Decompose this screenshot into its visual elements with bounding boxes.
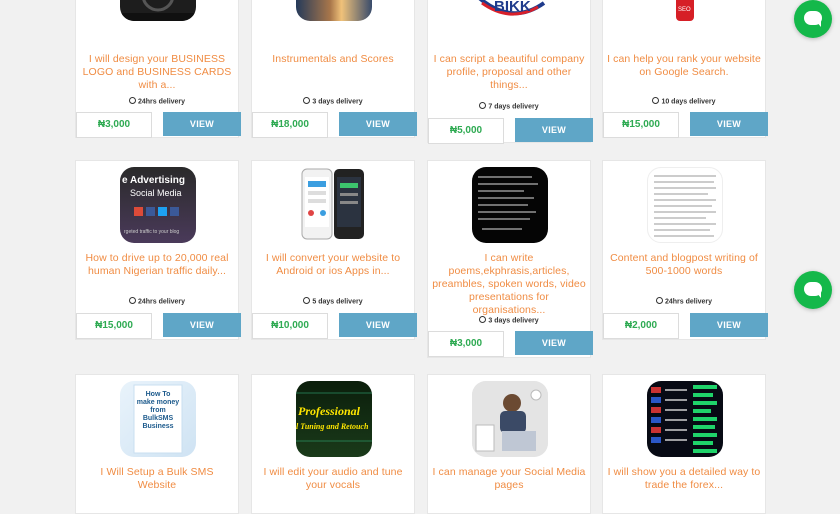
gig-price: ₦15,000	[76, 313, 152, 339]
view-button[interactable]: VIEW	[163, 112, 241, 136]
whatsapp-chat-button[interactable]	[794, 271, 832, 309]
view-button[interactable]: VIEW	[339, 112, 417, 136]
gig-title[interactable]: Instrumentals and Scores	[256, 53, 410, 66]
clock-icon	[303, 297, 311, 304]
clock-icon	[479, 316, 487, 323]
gig-card[interactable]: Professional l Tuning and Retouch I will…	[251, 374, 415, 514]
gig-card[interactable]: SEO I can help you rank your website on …	[602, 0, 768, 138]
desk-workspace-icon	[472, 381, 548, 457]
gig-thumbnail[interactable]: How To make money from BulkSMS Business	[120, 381, 196, 457]
whatsapp-chat-button[interactable]	[794, 0, 832, 38]
clock-icon	[128, 97, 136, 104]
logo-mark-icon	[120, 0, 196, 21]
gig-card[interactable]: e Advertising Social Media rgeted traffi…	[75, 160, 241, 340]
clock-icon	[303, 97, 311, 104]
gig-thumbnail[interactable]: e Advertising Social Media rgeted traffi…	[120, 167, 196, 243]
delivery-time: 5 days delivery	[252, 297, 414, 305]
gig-title[interactable]: How to drive up to 20,000 real human Nig…	[80, 252, 234, 278]
svg-text:BIKK: BIKK	[494, 0, 531, 15]
forex-board-icon	[651, 385, 717, 453]
gig-card[interactable]: Content and blogpost writing of 500-1000…	[602, 160, 768, 340]
delivery-time: 10 days delivery	[603, 97, 765, 105]
gig-card[interactable]: I will design your BUSINESS LOGO and BUS…	[75, 0, 241, 138]
clock-icon	[652, 97, 660, 104]
svg-text:rgeted traffic to your blog: rgeted traffic to your blog	[124, 229, 179, 235]
delivery-time: 24hrs delivery	[76, 97, 238, 105]
gig-title[interactable]: I can write poems,ekphrasis,articles, pr…	[432, 252, 586, 317]
gig-price: ₦10,000	[252, 313, 328, 339]
gig-title[interactable]: I can script a beautiful company profile…	[432, 53, 586, 92]
gig-price: ₦3,000	[428, 331, 504, 357]
gig-card[interactable]: I can manage your Social Media pages	[427, 374, 591, 514]
gig-thumbnail[interactable]: SEO	[647, 0, 723, 21]
delivery-time: 24hrs delivery	[76, 297, 238, 305]
svg-text:l Tuning and Retouch: l Tuning and Retouch	[296, 422, 369, 431]
gig-thumbnail[interactable]	[120, 0, 196, 21]
view-button[interactable]: VIEW	[515, 331, 593, 355]
ebook-cover-icon: How To make money from BulkSMS Business	[133, 384, 183, 454]
gig-thumbnail[interactable]	[647, 381, 723, 457]
audio-tuning-banner-icon: Professional l Tuning and Retouch	[296, 392, 372, 442]
seo-bottle-icon: SEO	[676, 0, 694, 21]
gig-title[interactable]: Content and blogpost writing of 500-1000…	[607, 252, 761, 278]
gig-thumbnail[interactable]: Professional l Tuning and Retouch	[296, 381, 372, 457]
gig-title[interactable]: I can help you rank your website on Goog…	[607, 53, 761, 79]
svg-text:Social Media: Social Media	[130, 188, 182, 198]
gig-price: ₦15,000	[603, 112, 679, 138]
view-button[interactable]: VIEW	[339, 313, 417, 337]
gig-card[interactable]: I will show you a detailed way to trade …	[602, 374, 766, 514]
svg-text:Professional: Professional	[298, 404, 361, 418]
social-media-banner-icon: e Advertising Social Media rgeted traffi…	[122, 175, 185, 235]
poem-text-image-icon	[478, 176, 538, 230]
gig-price: ₦2,000	[603, 313, 679, 339]
gig-thumbnail[interactable]	[472, 381, 548, 457]
gig-thumbnail[interactable]: BIKK	[472, 0, 548, 21]
brand-logo-icon: BIKK	[478, 0, 546, 16]
svg-text:e Advertising: e Advertising	[122, 175, 185, 186]
gig-title[interactable]: I will convert your website to Android o…	[256, 252, 410, 278]
clock-icon	[655, 297, 663, 304]
phone-apps-icon	[301, 168, 364, 240]
gig-title[interactable]: I will design your BUSINESS LOGO and BUS…	[80, 53, 234, 92]
clock-icon	[479, 102, 487, 109]
gig-thumbnail[interactable]	[296, 0, 372, 21]
gig-card[interactable]: Instrumentals and Scores 3 days delivery…	[251, 0, 417, 138]
view-button[interactable]: VIEW	[163, 313, 241, 337]
gig-price: ₦5,000	[428, 118, 504, 144]
gig-title[interactable]: I Will Setup a Bulk SMS Website	[80, 466, 234, 492]
gig-thumbnail[interactable]	[296, 167, 372, 243]
delivery-time: 3 days delivery	[252, 97, 414, 105]
delivery-time: 3 days delivery	[428, 316, 590, 324]
gig-card[interactable]: I can write poems,ekphrasis,articles, pr…	[427, 160, 593, 358]
gig-title[interactable]: I will edit your audio and tune your voc…	[256, 466, 410, 492]
gig-price: ₦3,000	[76, 112, 152, 138]
svg-text:SEO: SEO	[678, 7, 691, 13]
gig-card[interactable]: BIKK I can script a beautiful company pr…	[427, 0, 593, 144]
gig-thumbnail[interactable]	[472, 167, 548, 243]
view-button[interactable]: VIEW	[690, 313, 768, 337]
gig-card[interactable]: I will convert your website to Android o…	[251, 160, 417, 340]
view-button[interactable]: VIEW	[690, 112, 768, 136]
delivery-time: 24hrs delivery	[603, 297, 765, 305]
document-page-icon	[654, 175, 716, 237]
delivery-time: 7 days delivery	[428, 102, 590, 110]
gig-card[interactable]: How To make money from BulkSMS Business …	[75, 374, 239, 514]
gig-title[interactable]: I will show you a detailed way to trade …	[607, 466, 761, 492]
gig-title[interactable]: I can manage your Social Media pages	[432, 466, 586, 492]
clock-icon	[128, 297, 136, 304]
view-button[interactable]: VIEW	[515, 118, 593, 142]
gig-thumbnail[interactable]	[647, 167, 723, 243]
gig-price: ₦18,000	[252, 112, 328, 138]
